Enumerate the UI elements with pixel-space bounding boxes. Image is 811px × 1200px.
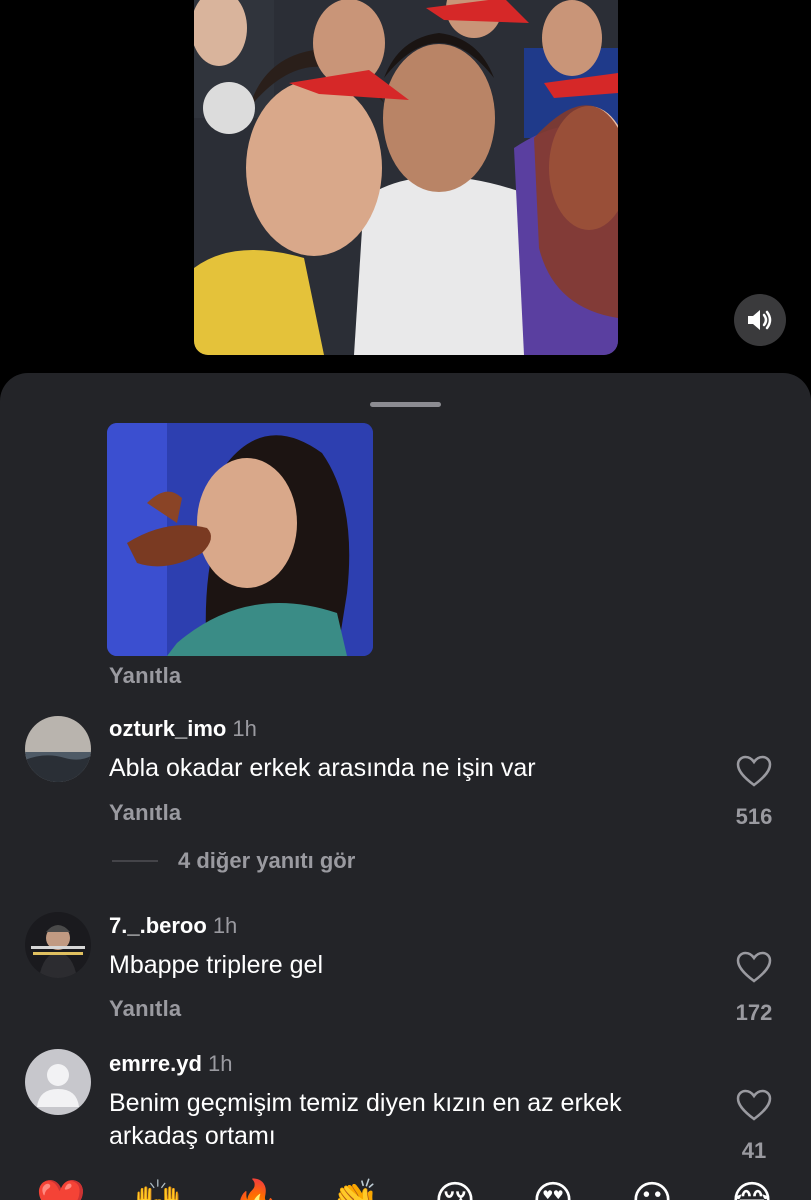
comments-sheet: Yanıtla ozturk_imo 1h Abla okadar erkek a… xyxy=(0,373,811,1200)
emoji-surprised-button[interactable]: 😮 xyxy=(627,1176,677,1200)
username[interactable]: 7._.beroo xyxy=(109,913,207,938)
avatar[interactable] xyxy=(25,1049,91,1115)
like-count: 172 xyxy=(735,1000,773,1025)
speaker-icon xyxy=(748,310,772,330)
avatar-image xyxy=(25,912,91,978)
comment-time: 1h xyxy=(232,716,257,741)
emoji-raised-hands-button[interactable]: 🙌 xyxy=(133,1176,183,1200)
comment-header: 7._.beroo 1h xyxy=(109,913,237,939)
username[interactable]: emrre.yd xyxy=(109,1051,202,1076)
comment-time: 1h xyxy=(212,913,238,938)
comment-header: emrre.yd 1h xyxy=(109,1051,232,1077)
divider xyxy=(112,860,158,862)
video-player[interactable] xyxy=(194,0,618,355)
emoji-fire-button[interactable]: 🔥 xyxy=(232,1176,282,1200)
username[interactable]: ozturk_imo xyxy=(109,716,226,741)
comment-text: Mbappe triplere gel xyxy=(109,951,324,979)
avatar[interactable] xyxy=(25,716,91,782)
view-more-replies[interactable]: 4 diğer yanıtı gör xyxy=(112,846,355,876)
comment-text: Benim geçmişim temiz diyen kızın en az e… xyxy=(109,1089,622,1150)
video-frame-image xyxy=(194,0,618,355)
video-area xyxy=(0,0,811,380)
emoji-crying-button[interactable]: 😢 xyxy=(430,1176,480,1200)
gif-comment-image[interactable] xyxy=(107,423,373,656)
sound-toggle-button[interactable] xyxy=(734,294,786,346)
emoji-heart-eyes-button[interactable]: 😍 xyxy=(528,1176,578,1200)
comment-time: 1h xyxy=(207,1051,233,1076)
heart-icon[interactable] xyxy=(736,951,772,983)
default-avatar-icon xyxy=(25,1049,91,1115)
like-count: 516 xyxy=(735,804,773,829)
heart-icon[interactable] xyxy=(736,1089,772,1121)
avatar-image xyxy=(25,716,91,782)
heart-icon[interactable] xyxy=(736,755,772,787)
gif-image-illustration xyxy=(107,423,373,656)
reply-link[interactable]: Yanıtla xyxy=(109,996,181,1022)
sheet-grabber-handle[interactable] xyxy=(370,402,441,407)
emoji-clap-button[interactable]: 👏 xyxy=(330,1176,380,1200)
reply-link[interactable]: Yanıtla xyxy=(109,800,181,826)
emoji-laughing-button[interactable]: 😂 xyxy=(727,1176,777,1200)
comment-text: Abla okadar erkek arasında ne işin var xyxy=(109,754,536,782)
avatar[interactable] xyxy=(25,912,91,978)
reply-link[interactable]: Yanıtla xyxy=(109,663,181,689)
view-more-replies-label[interactable]: 4 diğer yanıtı gör xyxy=(178,848,355,874)
emoji-quick-bar: ❤️ 🙌 🔥 👏 😢 😍 😮 😂 xyxy=(0,1158,811,1200)
emoji-heart-button[interactable]: ❤️ xyxy=(36,1176,86,1200)
comment-header: ozturk_imo 1h xyxy=(109,716,257,742)
